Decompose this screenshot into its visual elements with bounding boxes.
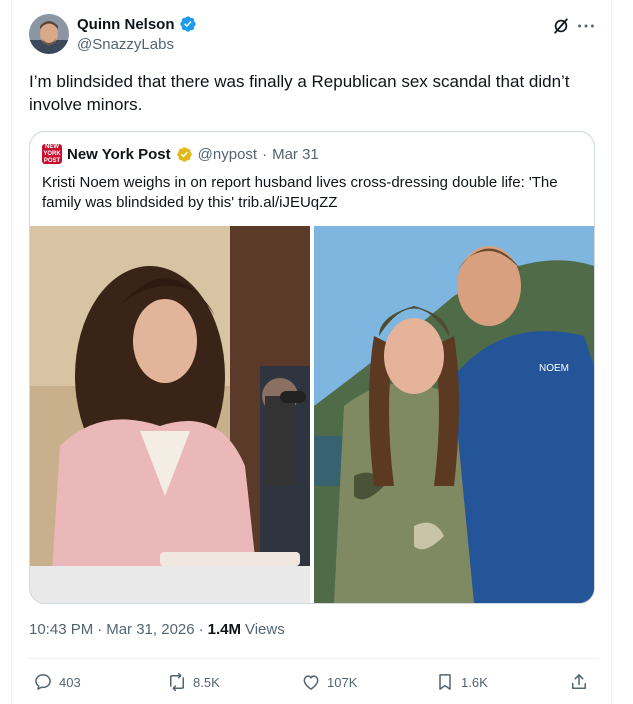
share-button[interactable] [569, 669, 589, 695]
repost-count: 8.5K [193, 674, 220, 690]
share-icon [572, 674, 586, 689]
quoted-media[interactable]: NOEM [30, 226, 594, 603]
photo-right[interactable]: NOEM [314, 226, 594, 603]
reply-button[interactable]: 403 [33, 669, 81, 695]
photo-couple-image: NOEM [314, 226, 594, 603]
avatar[interactable] [29, 14, 69, 54]
grok-icon[interactable] [551, 16, 571, 36]
views-label: Views [244, 621, 285, 638]
tweet-time[interactable]: 10:43 PM [29, 621, 93, 638]
meta-separator: · [97, 621, 103, 638]
quoted-author-handle[interactable]: @nypost [198, 146, 257, 163]
gold-verified-badge-icon [176, 146, 192, 162]
tweet-header: Quinn Nelson @SnazzyLabs [29, 14, 601, 58]
meta-separator: · [198, 621, 204, 638]
separator-dot: · [262, 145, 268, 163]
photo-left[interactable] [30, 226, 310, 603]
photo-hearing-image [30, 226, 310, 603]
verified-badge-icon [179, 16, 196, 32]
quoted-tweet-header: NEW YORK POST New York Post @nypost · Ma… [42, 144, 319, 164]
reply-count: 403 [59, 674, 81, 690]
jacket-logo-text: NOEM [539, 363, 569, 374]
quoted-author-name[interactable]: New York Post [67, 146, 171, 163]
reply-icon [35, 674, 51, 690]
repost-icon [170, 672, 184, 692]
quoted-date[interactable]: Mar 31 [272, 146, 319, 163]
frame-border-right [611, 0, 612, 704]
quoted-tweet[interactable]: NEW YORK POST New York Post @nypost · Ma… [29, 131, 595, 604]
author-handle[interactable]: @SnazzyLabs [77, 36, 174, 53]
bookmark-icon [439, 674, 451, 690]
divider [29, 658, 599, 659]
author-name-row[interactable]: Quinn Nelson [77, 15, 197, 33]
tweet-text: I’m blindsided that there was finally a … [29, 72, 570, 114]
quoted-tweet-text: Kristi Noem weighs in on report husband … [42, 174, 558, 211]
action-bar: 403 8.5K 107K 1.6K [29, 669, 599, 695]
views-count: 1.4M [207, 621, 241, 638]
like-button[interactable]: 107K [301, 669, 357, 695]
avatar-image [29, 14, 69, 54]
like-count: 107K [327, 674, 358, 690]
frame-border-left [11, 0, 12, 704]
nypost-logo[interactable]: NEW YORK POST [42, 144, 62, 164]
bookmark-count: 1.6K [461, 674, 488, 690]
author-name[interactable]: Quinn Nelson [77, 16, 175, 33]
more-dots-icon[interactable] [575, 16, 597, 36]
heart-icon [303, 675, 319, 690]
tweet-date[interactable]: Mar 31, 2026 [106, 621, 194, 638]
tweet-meta: 10:43 PM · Mar 31, 2026 · 1.4M Views [29, 621, 285, 638]
repost-button[interactable]: 8.5K [167, 669, 220, 695]
bookmark-button[interactable]: 1.6K [435, 669, 488, 695]
